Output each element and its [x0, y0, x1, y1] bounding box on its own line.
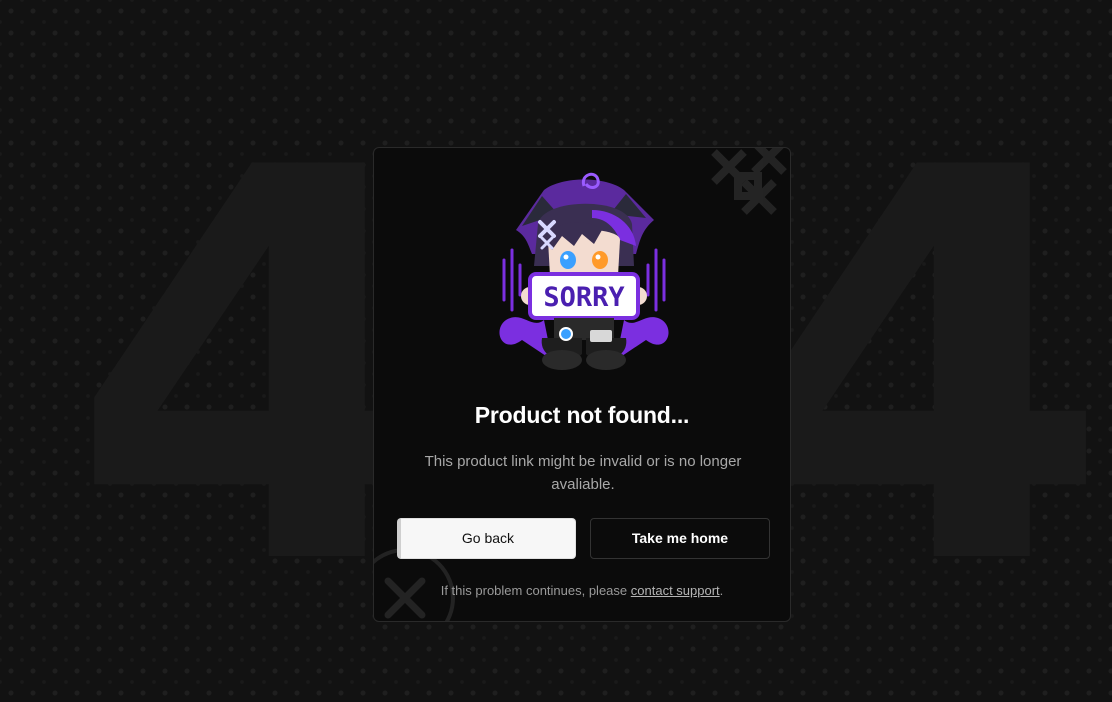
background-digit-right: 4	[735, 56, 1111, 684]
support-notice-prefix: If this problem continues, please	[440, 583, 631, 598]
error-title: Product not found...	[474, 402, 690, 428]
corner-pattern-icon	[711, 148, 787, 215]
error-card: SORRY Product not found... This product …	[373, 147, 791, 622]
contact-support-link[interactable]: contact support	[631, 583, 720, 598]
take-me-home-button[interactable]: Take me home	[590, 518, 770, 559]
sorry-mascot-illustration: SORRY	[499, 172, 669, 370]
go-back-button[interactable]: Go back	[397, 518, 576, 559]
support-notice: If this problem continues, please contac…	[374, 583, 790, 598]
error-message: This product link might be invalid or is…	[424, 453, 742, 493]
support-notice-suffix: .	[719, 583, 724, 598]
page: 4 4 SORRY Product not found... This prod…	[0, 0, 1112, 702]
sorry-sign-text: SORRY	[543, 282, 625, 313]
